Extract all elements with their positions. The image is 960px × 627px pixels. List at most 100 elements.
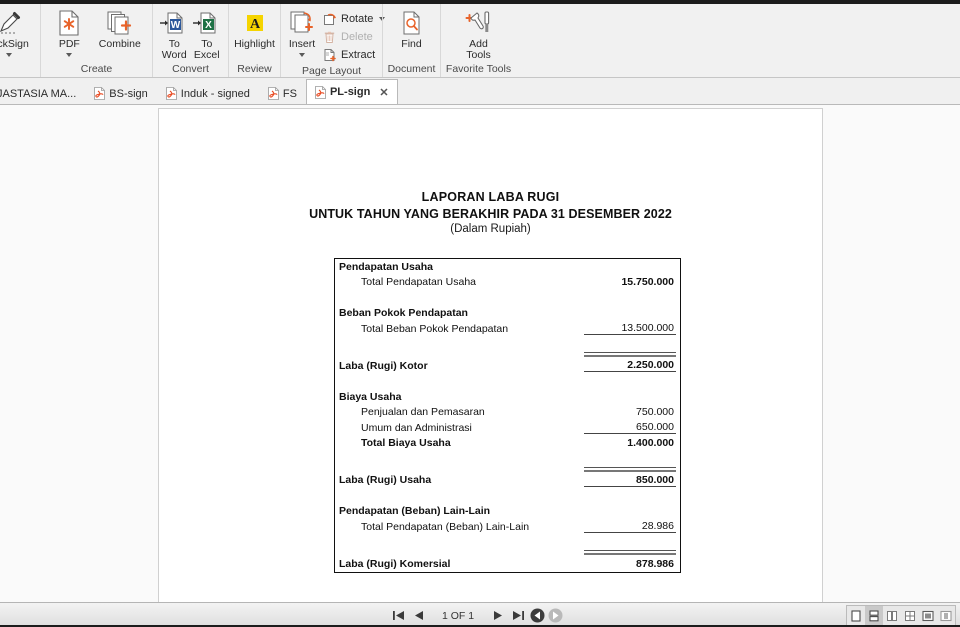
table-row: Biaya Usaha	[335, 389, 680, 405]
fit-page-view-button[interactable]	[919, 606, 937, 625]
to-excel-label: To Excel	[193, 38, 220, 61]
table-spacer	[335, 337, 680, 353]
svg-text:A: A	[249, 17, 260, 32]
table-spacer	[335, 535, 680, 551]
add-tools-label: Add Tools	[466, 38, 491, 61]
row-label: Laba (Rugi) Usaha	[339, 474, 432, 487]
add-tools-icon	[464, 9, 494, 37]
previous-view-button[interactable]	[528, 603, 546, 627]
row-label: Pendapatan Usaha	[339, 260, 433, 273]
row-label: Beban Pokok Pendapatan	[339, 307, 468, 320]
row-label: Laba (Rugi) Komersial	[339, 557, 451, 570]
to-word-button[interactable]: W To Word	[159, 7, 190, 61]
insert-page-label: Insert	[288, 38, 316, 50]
extract-label: Extract	[341, 48, 376, 61]
continuous-view-button[interactable]	[865, 606, 883, 625]
ribbon-group-review: A Highlight Review	[228, 4, 280, 77]
ribbon-group-label-review: Review	[237, 63, 272, 75]
table-row: Umum dan Administrasi 650.000	[335, 420, 680, 436]
find-icon	[399, 9, 425, 37]
insert-page-button[interactable]: Insert	[287, 7, 317, 57]
table-row: Laba (Rugi) Kotor 2.250.000	[335, 358, 680, 374]
ribbon-group-document: Find Document	[382, 4, 440, 77]
fit-width-view-button[interactable]	[937, 606, 955, 625]
table-spacer	[335, 488, 680, 504]
to-excel-icon: X	[192, 9, 222, 37]
extract-button[interactable]: Extract	[319, 46, 388, 63]
to-word-label: To Word	[161, 38, 187, 61]
row-label: Total Pendapatan Usaha	[361, 276, 477, 289]
close-icon[interactable]: ✕	[379, 86, 388, 99]
pdf-file-icon	[268, 87, 279, 100]
chevron-down-icon[interactable]	[6, 53, 12, 57]
page-navigation: 1 OF 1	[388, 603, 564, 627]
last-page-button[interactable]	[508, 603, 528, 627]
quicksign-button[interactable]: x uickSign	[0, 7, 32, 57]
to-excel-button[interactable]: X To Excel	[192, 7, 223, 61]
find-button[interactable]: Find	[389, 7, 434, 50]
ribbon-group-label-page-layout: Page Layout	[302, 65, 361, 77]
find-label: Find	[401, 38, 422, 50]
svg-text:W: W	[171, 20, 181, 31]
pen-icon: x	[0, 9, 24, 37]
row-label: Laba (Rugi) Kotor	[339, 359, 428, 372]
table-row: Total Biaya Usaha 1.400.000	[335, 436, 680, 452]
ribbon-group-protect: x uickSign	[0, 4, 40, 77]
rotate-button[interactable]: Rotate	[319, 10, 388, 27]
first-page-button[interactable]	[388, 603, 408, 627]
row-amount: 650.000	[584, 421, 676, 435]
row-label: Total Beban Pokok Pendapatan	[361, 322, 509, 335]
document-tab-bar: JASTASIA MA... BS-sign Induk - signed FS…	[0, 79, 960, 105]
tab-bs-sign[interactable]: BS-sign	[85, 82, 157, 104]
create-pdf-label: PDF	[58, 38, 80, 50]
report-title-line1: LAPORAN LABA RUGI	[421, 190, 560, 204]
rotate-icon	[322, 11, 337, 26]
page-indicator[interactable]: 1 OF 1	[428, 610, 488, 622]
grid-view-button[interactable]	[901, 606, 919, 625]
ribbon-group-convert: W To Word X To Excel Convert	[152, 4, 228, 77]
combine-button[interactable]: Combine	[94, 7, 146, 50]
highlight-icon: A	[242, 9, 268, 37]
ribbon-group-label-convert: Convert	[172, 63, 209, 75]
table-row: Laba (Rugi) Usaha 850.000	[335, 473, 680, 489]
ribbon-group-create: PDF Combine Create	[40, 4, 152, 77]
table-row: Total Pendapatan Usaha 15.750.000	[335, 275, 680, 291]
document-workspace[interactable]: LAPORAN LABA RUGI UNTUK TAHUN YANG BERAK…	[0, 105, 960, 602]
chevron-down-icon[interactable]	[66, 53, 73, 57]
row-label: Umum dan Administrasi	[361, 421, 472, 434]
ribbon-toolbar: x uickSign	[0, 4, 960, 78]
create-pdf-button[interactable]: PDF	[47, 7, 92, 57]
pdf-file-icon	[315, 85, 326, 99]
tab-label: JASTASIA MA...	[0, 87, 77, 100]
pdf-page[interactable]: LAPORAN LABA RUGI UNTUK TAHUN YANG BERAK…	[158, 108, 823, 602]
tab-jastasia[interactable]: JASTASIA MA...	[0, 82, 85, 104]
tab-label: PL-sign	[329, 86, 371, 98]
ribbon-group-label-create: Create	[80, 63, 113, 75]
report-title-line2: UNTUK TAHUN YANG BERAKHIR PADA 31 DESEMB…	[309, 207, 672, 221]
table-row: Laba (Rugi) Komersial 878.986	[335, 556, 680, 572]
tab-pl-sign[interactable]: PL-sign ✕	[305, 79, 398, 104]
single-page-view-button[interactable]	[847, 606, 865, 625]
chevron-down-icon[interactable]	[299, 53, 305, 57]
tab-induk-signed[interactable]: Induk - signed	[157, 82, 259, 104]
pdf-reader-window: x uickSign	[0, 0, 960, 627]
next-view-button[interactable]	[546, 603, 564, 627]
row-amount: 878.986	[636, 557, 674, 570]
add-tools-button[interactable]: Add Tools	[452, 7, 506, 61]
row-label: Pendapatan (Beban) Lain-Lain	[339, 505, 491, 518]
combine-label: Combine	[98, 38, 141, 50]
next-page-button[interactable]	[488, 603, 508, 627]
previous-page-button[interactable]	[408, 603, 428, 627]
table-row: Pendapatan (Beban) Lain-Lain	[335, 504, 680, 520]
highlight-button[interactable]: A Highlight	[234, 7, 275, 50]
row-label: Total Biaya Usaha	[361, 437, 451, 450]
combine-icon	[105, 9, 135, 37]
delete-button[interactable]: Delete	[319, 28, 388, 45]
ribbon-group-label-favorite-tools: Favorite Tools	[445, 63, 512, 75]
two-page-view-button[interactable]	[883, 606, 901, 625]
tab-fs[interactable]: FS	[259, 82, 306, 104]
quicksign-label: uickSign	[0, 38, 29, 50]
ribbon-group-label-protect	[0, 61, 40, 77]
pdf-file-icon	[94, 87, 106, 100]
tab-label: BS-sign	[109, 87, 148, 100]
